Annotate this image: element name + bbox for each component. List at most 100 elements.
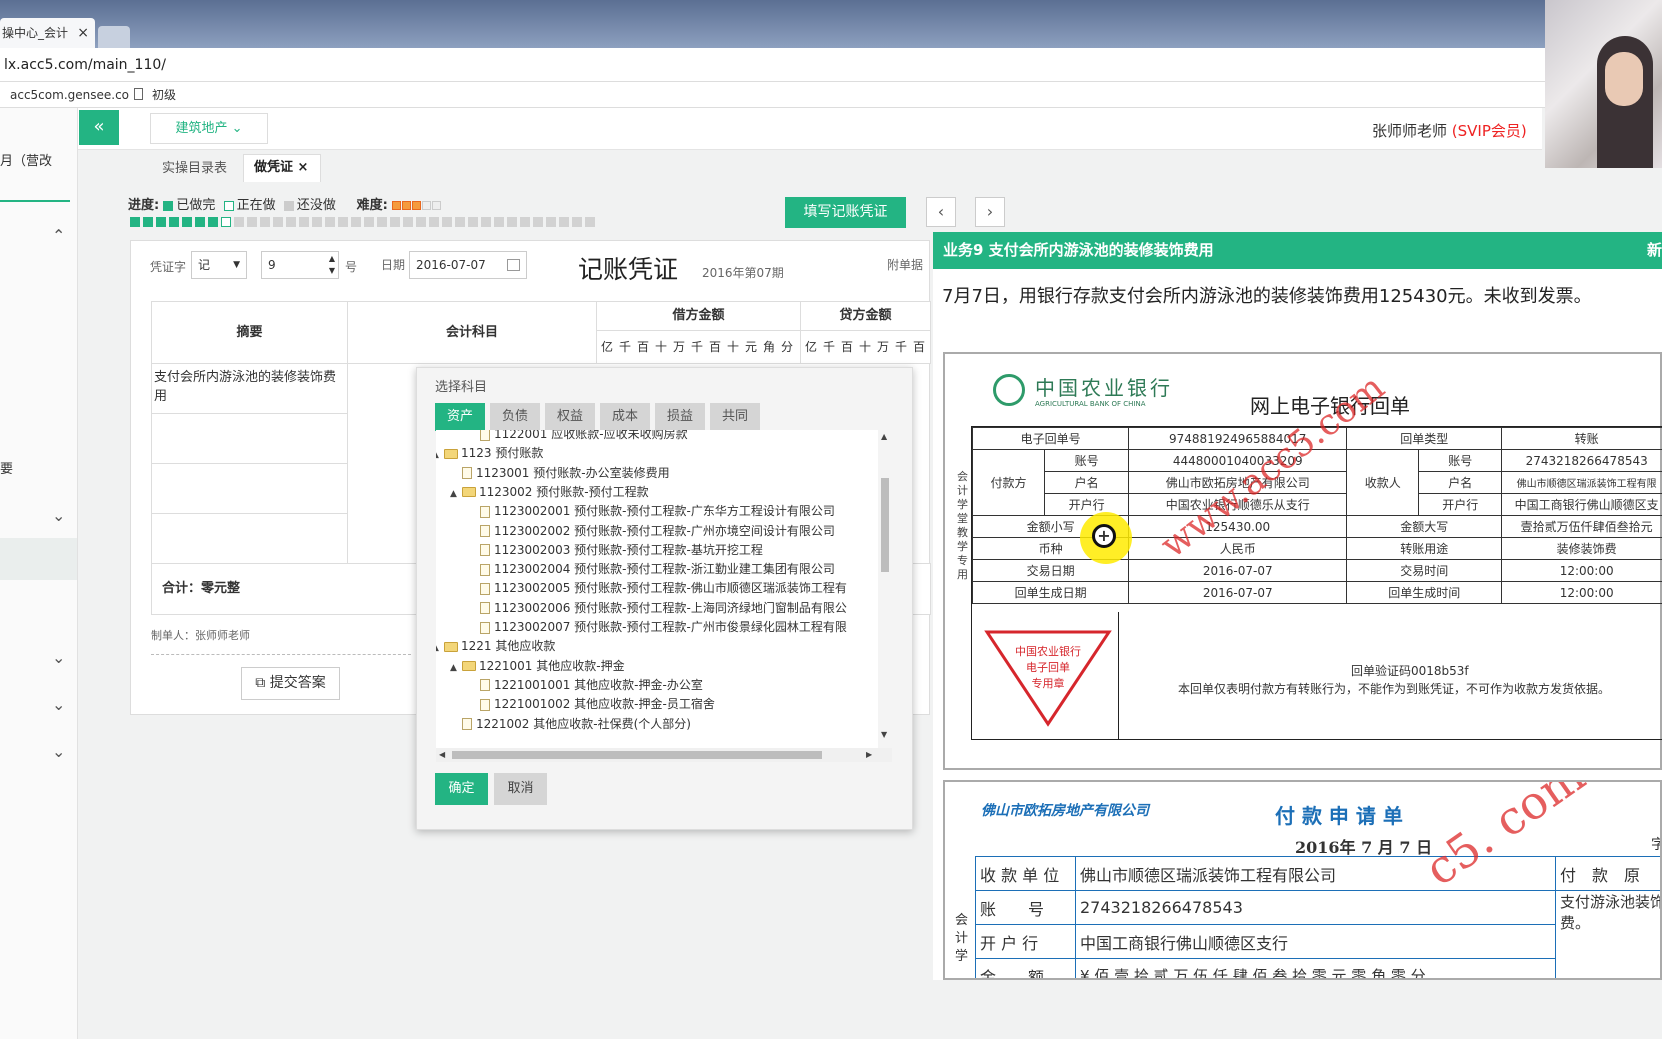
progress-cell-todo[interactable] [312,217,322,227]
summary-cell[interactable]: 支付会所内游泳池的装修装饰费用 [151,363,348,414]
calendar-icon[interactable] [507,259,520,271]
progress-cell-todo[interactable] [416,217,426,227]
scroll-thumb[interactable] [881,478,889,572]
progress-cell-todo[interactable] [364,217,374,227]
progress-cell-todo[interactable] [338,217,348,227]
tab-profit-loss[interactable]: 损益 [655,403,705,431]
progress-cell-todo[interactable] [455,217,465,227]
tree-node[interactable]: 1123001 预付账款-办公室装修费用 [450,463,670,483]
close-icon[interactable]: × [298,160,309,175]
tree-node[interactable]: 1123002004 预付账款-预付工程款-浙江勤业建工集团有限公司 [468,559,835,579]
voucher-number-input[interactable]: 9 ▲ ▼ [261,251,339,279]
progress-cell-todo[interactable] [507,217,517,227]
scroll-down-icon[interactable]: ▼ [881,730,887,739]
progress-cell-todo[interactable] [390,217,400,227]
progress-cell-done[interactable] [195,217,205,227]
browser-tab[interactable]: 操中心_会计 × [0,18,95,48]
chevron-up-icon[interactable]: ⌃ [52,226,65,245]
chevron-down-icon[interactable]: ⌄ [52,506,65,525]
expand-toggle-icon[interactable]: ▲ [436,445,444,465]
progress-cell-todo[interactable] [234,217,244,227]
progress-cell-todo[interactable] [429,217,439,227]
date-input[interactable]: 2016-07-07 [409,251,527,279]
user-info[interactable]: 张师师老师 (SVIP会员) [1372,120,1527,141]
progress-cell-todo[interactable] [533,217,543,227]
tree-node[interactable]: 1123002003 预付账款-预付工程款-基坑开挖工程 [468,540,763,560]
tree-node[interactable]: 1123002005 预付账款-预付工程款-佛山市顺德区瑞派装饰工程有 [468,578,847,598]
progress-cell-todo[interactable] [377,217,387,227]
next-button[interactable]: › [975,197,1005,227]
bookmark-chuji[interactable]: 初级 [152,82,176,108]
summary-cell[interactable] [151,413,348,464]
scroll-up-icon[interactable]: ▲ [881,432,887,441]
progress-cell-todo[interactable] [481,217,491,227]
tree-node[interactable]: 1123002001 预付账款-预付工程款-广东华方工程设计有限公司 [468,501,835,521]
progress-cell-done[interactable] [143,217,153,227]
address-bar[interactable]: lx.acc5.com/main_110/ [0,48,1662,82]
bookmark-gensee[interactable]: acc5com.gensee.co [10,82,129,108]
confirm-button[interactable]: 确定 [435,773,488,805]
tab-equity[interactable]: 权益 [545,403,595,431]
collapse-sidebar-button[interactable]: « [79,110,119,145]
tree-node[interactable]: ▲ 1221 其他应收款 [436,636,555,656]
progress-cell-todo[interactable] [520,217,530,227]
progress-cell-todo[interactable] [468,217,478,227]
expand-toggle-icon[interactable]: ▲ [450,658,462,678]
tab-cost[interactable]: 成本 [600,403,650,431]
summary-cell[interactable] [151,513,348,564]
tree-node[interactable]: 1221001002 其他应收款-押金-员工宿舍 [468,694,715,714]
close-icon[interactable]: × [77,18,89,48]
progress-cell-todo[interactable] [442,217,452,227]
tree-node[interactable]: 1123002006 预付账款-预付工程款-上海同济绿地门窗制品有限公 [468,598,847,618]
progress-cell-todo[interactable] [325,217,335,227]
tree-node[interactable]: ▲ 1123002 预付账款-预付工程款 [450,482,649,502]
scroll-right-icon[interactable]: ▶ [866,750,872,759]
progress-cell-todo[interactable] [247,217,257,227]
progress-cell-todo[interactable] [299,217,309,227]
progress-cell-current[interactable] [221,217,231,227]
expand-toggle-icon[interactable]: ▲ [450,484,462,504]
progress-cell-done[interactable] [169,217,179,227]
new-tab-button[interactable] [98,26,130,48]
scroll-left-icon[interactable]: ◀ [439,750,445,759]
sidebar-item-label[interactable]: 月（营改 [0,150,52,169]
prev-button[interactable]: ‹ [926,197,956,227]
scroll-thumb[interactable] [452,751,822,759]
progress-cell-todo[interactable] [494,217,504,227]
summary-cell[interactable] [151,463,348,514]
tab-catalog[interactable]: 实操目录表 [152,156,237,182]
progress-cell-todo[interactable] [286,217,296,227]
progress-cell-todo[interactable] [559,217,569,227]
progress-cell-todo[interactable] [572,217,582,227]
progress-cell-done[interactable] [156,217,166,227]
progress-cell-done[interactable] [208,217,218,227]
expand-toggle-icon[interactable]: ▲ [436,638,444,658]
tab-assets[interactable]: 资产 [435,403,485,431]
progress-cell-todo[interactable] [351,217,361,227]
industry-dropdown[interactable]: 建筑地产 ⌄ [150,113,268,144]
chevron-down-icon[interactable]: ⌄ [52,742,65,761]
tree-node[interactable]: 1123002002 预付账款-预付工程款-广州亦境空间设计有限公司 [468,521,835,541]
progress-cell-done[interactable] [130,217,140,227]
zoom-in-icon[interactable]: + [1092,524,1116,548]
fill-voucher-button[interactable]: 填写记账凭证 [785,197,906,228]
progress-cell-todo[interactable] [585,217,595,227]
progress-cell-todo[interactable] [403,217,413,227]
tree-node[interactable]: ▲ 1123 预付账款 [436,443,543,463]
tab-voucher[interactable]: 做凭证 × [243,154,321,182]
progress-cell-todo[interactable] [260,217,270,227]
tree-node[interactable]: 1221001001 其他应收款-押金-办公室 [468,675,703,695]
tree-node[interactable]: 1221002 其他应收款-社保费(个人部分) [450,714,691,734]
voucher-word-select[interactable]: 记 ▼ [191,251,247,279]
chevron-down-icon[interactable]: ⌄ [52,695,65,714]
chevron-down-icon[interactable]: ⌄ [52,648,65,667]
tree-vertical-scrollbar[interactable]: ▲ ▼ [878,430,892,750]
progress-cell-done[interactable] [182,217,192,227]
tree-node[interactable]: 1123002007 预付账款-预付工程款-广州市俊景绿化园林工程有限 [468,617,847,637]
submit-answer-button[interactable]: ⧉ 提交答案 [241,667,340,700]
tree-node[interactable]: 1122001 应收账款-应收未收购房款 [468,430,688,444]
tab-common[interactable]: 共同 [710,403,760,431]
progress-cell-todo[interactable] [546,217,556,227]
tab-liabilities[interactable]: 负债 [490,403,540,431]
sidebar-item-selected[interactable] [0,538,77,580]
